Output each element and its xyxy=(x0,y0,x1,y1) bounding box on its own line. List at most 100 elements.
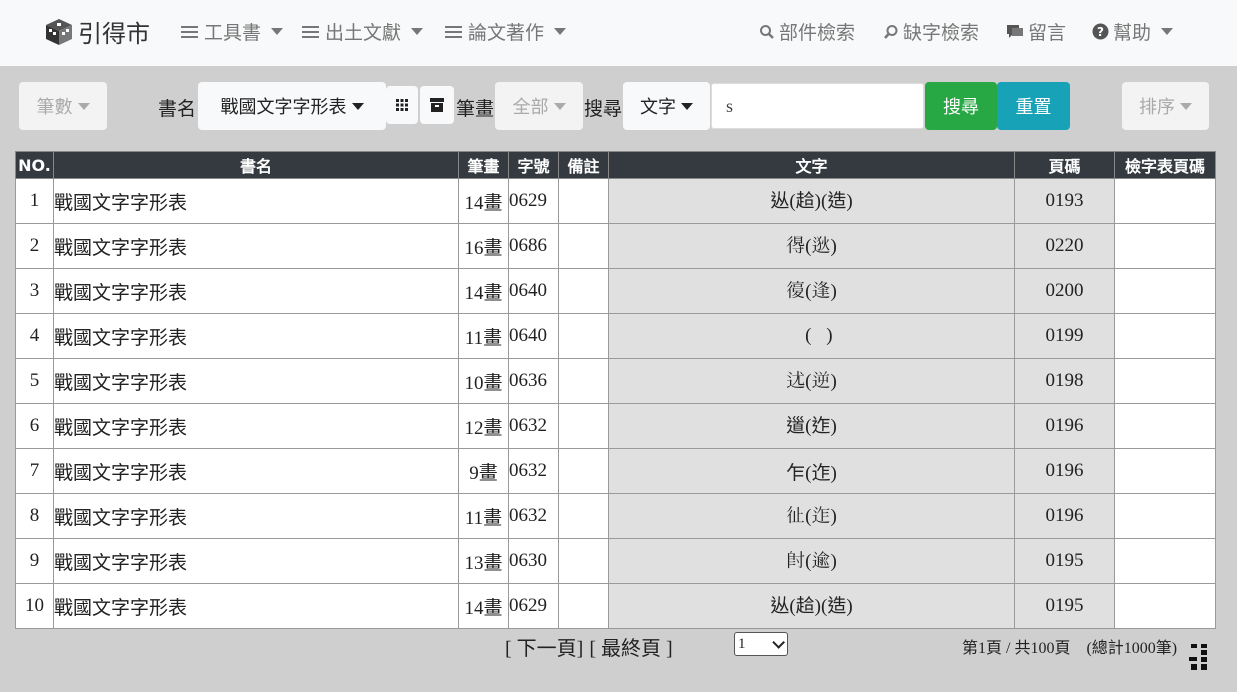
menu-reference-books[interactable]: 工具書 xyxy=(181,18,284,45)
page-info: 第1頁 / 共100頁 (總計1000筆) xyxy=(962,640,1178,657)
last-page-link[interactable]: [ 最終頁 ] xyxy=(589,632,672,661)
col-header-book[interactable]: 書名 xyxy=(53,151,459,179)
strokes-select[interactable]: 全部 xyxy=(495,82,583,130)
nav-label: 幫助 xyxy=(1113,22,1152,44)
table-row[interactable]: 2 戰國文字字形表 16畫 0686 𢔶(逖) 0220 xyxy=(15,223,1216,269)
archive-box-icon xyxy=(430,98,444,112)
search-field-select[interactable]: 文字 xyxy=(623,82,710,130)
brand[interactable]: 引得市 xyxy=(44,14,150,49)
next-page-link[interactable]: [ 下一頁] xyxy=(505,632,583,661)
search-label: 搜尋 xyxy=(584,98,623,120)
cell-note xyxy=(558,358,609,404)
cell-note xyxy=(558,538,609,584)
archive-button[interactable] xyxy=(420,86,454,124)
cell-code: 0629 xyxy=(508,178,559,224)
cell-note xyxy=(558,493,609,539)
col-header-char[interactable]: 文字 xyxy=(608,151,1015,179)
cell-book: 戰國文字字形表 xyxy=(53,403,459,449)
pager: [ 下一頁] [ 最終頁 ] xyxy=(505,632,673,661)
cell-no: 7 xyxy=(15,448,54,494)
button-label: 重置 xyxy=(1015,97,1052,118)
cell-strokes: 11畫 xyxy=(458,493,509,539)
table-row[interactable]: 9 戰國文字字形表 13畫 0630 𡬠(逾) 0195 xyxy=(15,538,1216,584)
table-row[interactable]: 3 戰國文字字形表 14畫 0640 𢕒(逢) 0200 xyxy=(15,268,1216,314)
search-icon xyxy=(760,24,774,39)
cell-code: 0630 xyxy=(508,538,559,584)
cell-code: 0640 xyxy=(508,313,559,359)
cell-strokes: 14畫 xyxy=(458,268,509,314)
nav-label: 部件檢索 xyxy=(779,22,856,44)
cell-strokes: 16畫 xyxy=(458,223,509,269)
col-header-code[interactable]: 字號 xyxy=(508,151,559,179)
cell-book: 戰國文字字形表 xyxy=(53,268,459,314)
page-select-value: 1 xyxy=(738,635,746,652)
table-row[interactable]: 7 戰國文字字形表 9畫 0632 乍(迮) 0196 xyxy=(15,448,1216,494)
nav-message[interactable]: 留言 xyxy=(1006,18,1066,45)
menu-papers[interactable]: 論文著作 xyxy=(445,18,567,45)
col-header-index-page[interactable]: 檢字表頁碼 xyxy=(1114,151,1216,179)
col-header-note[interactable]: 備註 xyxy=(558,151,609,179)
cell-char: 𨕥(迮) xyxy=(608,403,1015,449)
button-label: 搜尋 xyxy=(943,97,979,118)
cell-no: 8 xyxy=(15,493,54,539)
reset-button[interactable]: 重置 xyxy=(997,82,1070,130)
grid-icon xyxy=(396,99,408,111)
question-circle-icon: ? xyxy=(1092,23,1109,40)
table-row[interactable]: 4 戰國文字字形表 11畫 0640 𨓆(逢) 0199 xyxy=(15,313,1216,359)
cell-char: 乍(迮) xyxy=(608,448,1015,494)
scroll-toggle-icon[interactable] xyxy=(1189,644,1209,670)
cell-char: 𢓊(迮) xyxy=(608,493,1015,539)
cell-code: 0629 xyxy=(508,583,559,629)
nav-label: 留言 xyxy=(1028,22,1067,44)
col-header-no[interactable]: NO. xyxy=(15,151,54,179)
search-refresh-icon xyxy=(884,24,898,39)
menu-label: 出土文獻 xyxy=(325,22,402,44)
nav-missing-char-search[interactable]: 缺字檢索 xyxy=(883,18,979,45)
grid-view-button[interactable] xyxy=(386,86,418,124)
cell-page: 0196 xyxy=(1014,403,1115,449)
cell-book: 戰國文字字形表 xyxy=(53,493,459,539)
table-row[interactable]: 10 戰國文字字形表 14畫 0629 𨑹(䞩)(造) 0195 xyxy=(15,583,1216,629)
cell-char: 𡬠(逾) xyxy=(608,538,1015,584)
menu-label: 工具書 xyxy=(204,22,262,44)
table-row[interactable]: 5 戰國文字字形表 10畫 0636 𨑫(逆) 0198 xyxy=(15,358,1216,404)
cell-index-page xyxy=(1114,583,1216,629)
cell-page: 0200 xyxy=(1014,268,1115,314)
cell-book: 戰國文字字形表 xyxy=(53,358,459,404)
caret-down-icon xyxy=(681,102,693,110)
nav-help[interactable]: ? 幫助 xyxy=(1092,18,1174,45)
table-row[interactable]: 8 戰國文字字形表 11畫 0632 𢓊(迮) 0196 xyxy=(15,493,1216,539)
cell-index-page xyxy=(1114,403,1216,449)
cell-code: 0640 xyxy=(508,268,559,314)
cell-strokes: 12畫 xyxy=(458,403,509,449)
search-input[interactable] xyxy=(711,83,924,129)
brand-name: 引得市 xyxy=(78,20,150,48)
cell-index-page xyxy=(1114,358,1216,404)
cell-code: 0632 xyxy=(508,403,559,449)
cell-page: 0198 xyxy=(1014,358,1115,404)
nav-component-search[interactable]: 部件檢索 xyxy=(759,18,855,45)
cell-index-page xyxy=(1114,313,1216,359)
col-header-page[interactable]: 頁碼 xyxy=(1014,151,1115,179)
cube-logo-icon xyxy=(46,18,72,45)
table-row[interactable]: 1 戰國文字字形表 14畫 0629 𨑹(䞩)(造) 0193 xyxy=(15,178,1216,224)
cell-page: 0195 xyxy=(1014,538,1115,584)
col-header-strokes[interactable]: 筆畫 xyxy=(458,151,509,179)
search-button[interactable]: 搜尋 xyxy=(925,82,997,130)
cell-note xyxy=(558,403,609,449)
select-value: 全部 xyxy=(512,97,549,118)
cell-book: 戰國文字字形表 xyxy=(53,223,459,269)
sort-button[interactable]: 排序 xyxy=(1122,82,1209,130)
menu-excavated-texts[interactable]: 出土文獻 xyxy=(302,18,424,45)
book-select[interactable]: 戰國文字字形表 xyxy=(198,82,386,130)
cell-index-page xyxy=(1114,493,1216,539)
cell-char: 𨑹(䞩)(造) xyxy=(608,178,1015,224)
table-row[interactable]: 6 戰國文字字形表 12畫 0632 𨕥(迮) 0196 xyxy=(15,403,1216,449)
strokes-count-button[interactable]: 筆數 xyxy=(19,82,107,130)
cell-code: 0632 xyxy=(508,493,559,539)
cell-note xyxy=(558,223,609,269)
cell-char: 𢔶(逖) xyxy=(608,223,1015,269)
cell-strokes: 14畫 xyxy=(458,178,509,224)
cell-page: 0195 xyxy=(1014,583,1115,629)
page-select[interactable]: 1 xyxy=(734,632,788,656)
